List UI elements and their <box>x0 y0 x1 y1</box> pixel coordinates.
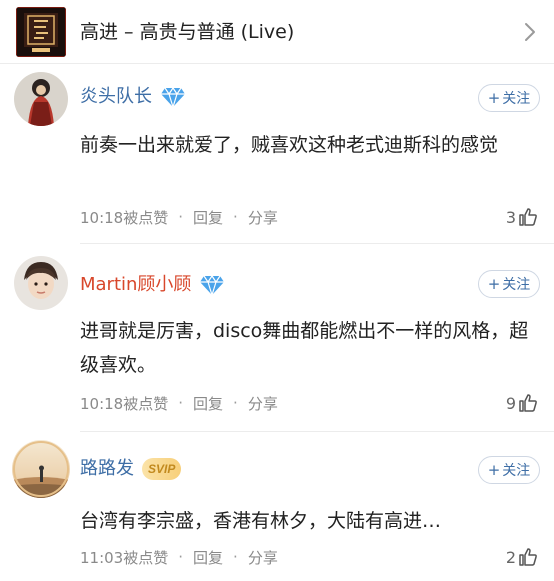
comment-text: 台湾有李宗盛，香港有林夕，大陆有高进… <box>80 510 442 532</box>
like-button[interactable]: 3 <box>506 205 538 229</box>
avatar[interactable] <box>12 440 70 498</box>
share-button[interactable]: 分享 <box>248 207 278 228</box>
like-count: 9 <box>505 393 516 413</box>
comments-page: 高进 – 高贵与普通 (Live) 炎头队长 + 关注 前奏一出来就爱了，贼喜欢… <box>0 0 554 581</box>
share-button[interactable]: 分享 <box>248 547 278 568</box>
separator-dot: · <box>233 394 238 412</box>
svip-badge[interactable]: SVIP <box>142 458 182 480</box>
separator-dot: · <box>233 208 238 226</box>
user-name[interactable]: Martin顾小顾 <box>80 270 191 300</box>
comment-meta: 10:18被点赞 · 回复 · 分享 <box>80 205 278 229</box>
user-name-row: 路路发 SVIP <box>80 454 182 484</box>
comment-time: 10:18被点赞 <box>80 394 169 413</box>
thumbs-up-icon <box>518 207 538 227</box>
comment-time: 10:18被点赞 <box>80 208 169 227</box>
avatar[interactable] <box>14 72 68 126</box>
user-name-row: 炎头队长 <box>80 82 186 112</box>
user-name-row: Martin顾小顾 <box>80 270 225 300</box>
follow-button[interactable]: + 关注 <box>478 84 540 112</box>
comment-text: 前奏一出来就爱了，贼喜欢这种老式迪斯科的感觉 <box>80 134 499 156</box>
diamond-badge-icon[interactable] <box>160 86 186 110</box>
comment-meta: 10:18被点赞 · 回复 · 分享 <box>80 391 278 415</box>
share-button[interactable]: 分享 <box>248 393 278 414</box>
like-button[interactable]: 2 <box>506 545 538 569</box>
plus-icon: + <box>487 461 501 479</box>
like-count: 3 <box>505 207 516 227</box>
user-name[interactable]: 炎头队长 <box>80 82 152 112</box>
separator-dot: · <box>178 394 184 412</box>
like-button[interactable]: 9 <box>506 391 538 415</box>
comment-time: 11:03被点赞 <box>80 548 169 567</box>
chevron-right-icon[interactable] <box>520 20 540 44</box>
plus-icon: + <box>487 89 501 107</box>
thumbs-up-icon <box>518 393 538 413</box>
comment-text: 进哥就是厉害，disco舞曲都能燃出不一样的风格，超级喜欢。 <box>80 320 529 376</box>
avatar[interactable] <box>14 256 68 310</box>
comment-item: Martin顾小顾 + 关注 进哥就是厉害，disco舞曲都能燃出不一样的风格，… <box>0 244 554 432</box>
separator-dot: · <box>178 208 184 226</box>
comment-item: 炎头队长 + 关注 前奏一出来就爱了，贼喜欢这种老式迪斯科的感觉 10:18被点… <box>0 64 554 244</box>
follow-button[interactable]: + 关注 <box>478 270 540 298</box>
diamond-badge-icon[interactable] <box>199 274 225 298</box>
separator-dot: · <box>178 548 184 566</box>
comment-meta: 11:03被点赞 · 回复 · 分享 <box>80 545 278 569</box>
reply-button[interactable]: 回复 <box>193 207 223 228</box>
album-cover-icon[interactable] <box>16 7 66 57</box>
separator-dot: · <box>233 548 238 566</box>
plus-icon: + <box>487 275 501 293</box>
follow-button[interactable]: + 关注 <box>478 456 540 484</box>
comment-item: 路路发 SVIP + 关注 台湾有李宗盛，香港有林夕，大陆有高进… 11:03被… <box>0 432 554 581</box>
thumbs-up-icon <box>518 547 538 567</box>
song-title[interactable]: 高进 – 高贵与普通 (Live) <box>80 19 294 45</box>
reply-button[interactable]: 回复 <box>193 547 223 568</box>
user-name[interactable]: 路路发 <box>80 454 134 484</box>
song-bar[interactable]: 高进 – 高贵与普通 (Live) <box>0 0 554 64</box>
like-count: 2 <box>505 547 516 567</box>
reply-button[interactable]: 回复 <box>193 393 223 414</box>
